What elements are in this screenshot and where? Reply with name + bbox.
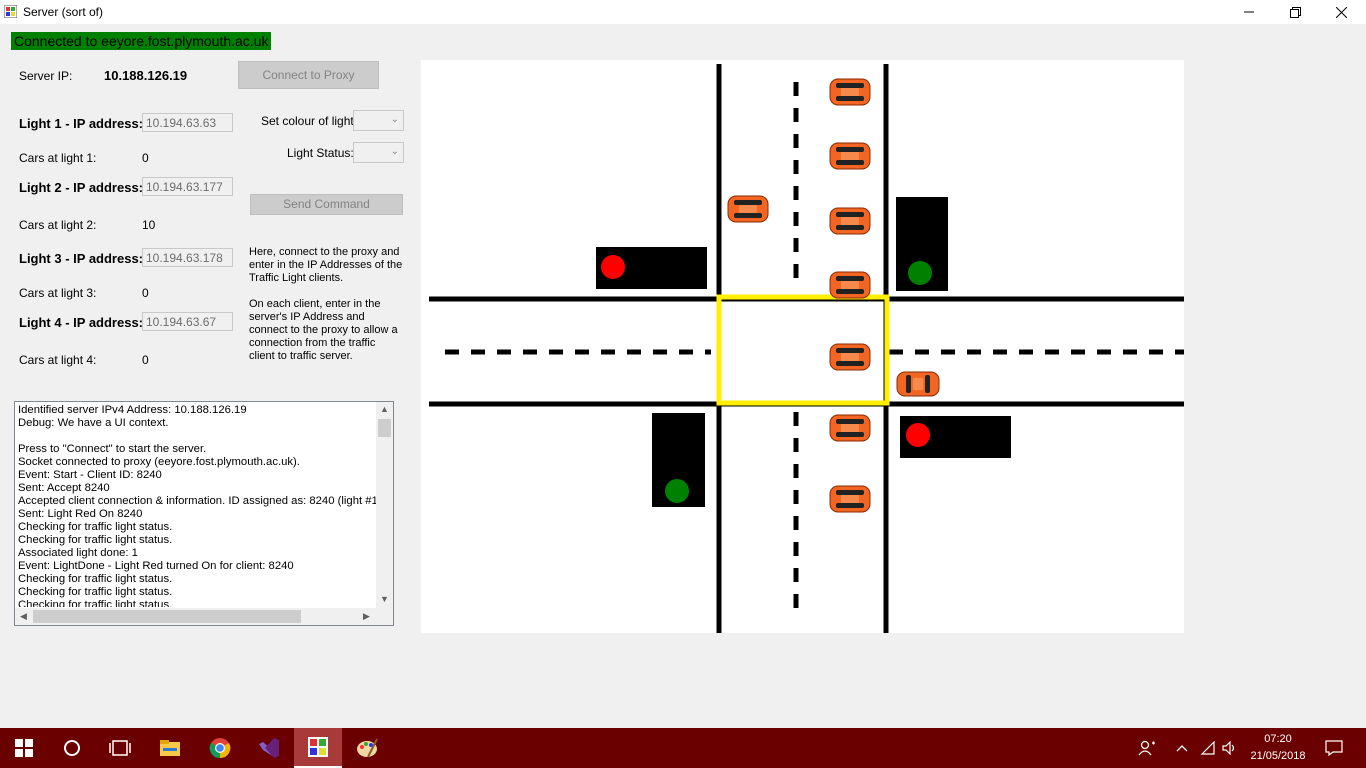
set-colour-label: Set colour of light:: [261, 114, 358, 128]
car-icon: [829, 142, 871, 170]
red-light-icon: [906, 423, 930, 447]
connection-status: Connected to eeyore.fost.plymouth.ac.uk: [11, 32, 272, 50]
connect-to-proxy-button[interactable]: Connect to Proxy: [238, 61, 379, 89]
chrome-icon[interactable]: [196, 728, 244, 768]
log-line: Checking for traffic light status.: [18, 534, 173, 546]
log-line: Debug: We have a UI context.: [18, 417, 169, 429]
cars-at-light-2-label: Cars at light 2:: [19, 218, 97, 232]
log-line: Press to "Connect" to start the server.: [18, 443, 207, 455]
cars-at-light-4-value: 0: [142, 353, 149, 367]
log-line: Event: Start - Client ID: 8240: [18, 469, 162, 481]
car-icon: [829, 271, 871, 299]
task-view-icon[interactable]: [96, 728, 144, 768]
server-ip-label: Server IP:: [19, 69, 73, 83]
clock-date[interactable]: 21/05/2018: [1243, 750, 1313, 762]
light-2-ip-field[interactable]: 10.194.63.177: [142, 177, 233, 196]
car-icon: [727, 195, 769, 223]
log-line: Accepted client connection & information…: [18, 495, 378, 507]
horizontal-scrollbar[interactable]: ◀ ▶: [15, 608, 393, 625]
car-icon: [829, 207, 871, 235]
log-line: Identified server IPv4 Address: 10.188.1…: [18, 404, 247, 416]
debug-log-text: Identified server IPv4 Address: 10.188.1…: [18, 404, 378, 607]
set-colour-select[interactable]: ⌄: [353, 110, 404, 131]
log-line: Checking for traffic light status.: [18, 521, 173, 533]
log-line: Event: LightDone - Light Red turned On f…: [18, 560, 294, 572]
windows-start-icon[interactable]: [0, 728, 48, 768]
horizontal-scroll-thumb[interactable]: [33, 610, 301, 623]
car-icon: [896, 371, 940, 397]
light-status-label: Light Status:: [287, 146, 354, 160]
restore-icon: [1289, 6, 1301, 18]
title-bar: Server (sort of): [0, 0, 1366, 24]
vertical-scroll-thumb[interactable]: [378, 419, 391, 437]
cars-at-light-4-label: Cars at light 4:: [19, 353, 97, 367]
light-2-ip-label: Light 2 - IP address:: [19, 180, 144, 195]
green-light-icon: [908, 261, 932, 285]
light-4-ip-label: Light 4 - IP address:: [19, 315, 144, 330]
chevron-down-icon: ⌄: [390, 146, 399, 157]
chevron-down-icon: ⌄: [390, 114, 399, 125]
light-3-ip-field[interactable]: 10.194.63.178: [142, 248, 233, 267]
car-icon: [829, 78, 871, 106]
network-icon[interactable]: [1196, 728, 1220, 768]
red-light-icon: [601, 255, 625, 279]
debug-log[interactable]: Identified server IPv4 Address: 10.188.1…: [14, 401, 394, 626]
log-line: Socket connected to proxy (eeyore.fost.p…: [18, 456, 300, 468]
clock-time[interactable]: 07:20: [1243, 733, 1313, 745]
server-app-icon[interactable]: [294, 728, 342, 768]
light-1-ip-field[interactable]: 10.194.63.63: [142, 113, 233, 132]
light-3-ip-label: Light 3 - IP address:: [19, 251, 144, 266]
cars-at-light-1-label: Cars at light 1:: [19, 151, 97, 165]
green-light-icon: [665, 479, 689, 503]
car-icon: [829, 485, 871, 513]
cars-at-light-3-label: Cars at light 3:: [19, 286, 97, 300]
close-button[interactable]: [1318, 0, 1364, 24]
volume-icon[interactable]: [1218, 728, 1242, 768]
notifications-icon[interactable]: [1310, 728, 1358, 768]
search-icon[interactable]: [48, 728, 96, 768]
help-text-client: On each client, enter in the server's IP…: [249, 298, 398, 362]
vertical-scrollbar[interactable]: ▲ ▼: [376, 402, 393, 609]
log-line: Checking for traffic light status.: [18, 573, 173, 585]
help-text-proxy: Here, connect to the proxy and enter in …: [249, 246, 403, 284]
traffic-simulation: [421, 60, 1184, 633]
window-title: Server (sort of): [23, 5, 104, 19]
file-explorer-icon[interactable]: [146, 728, 194, 768]
minimize-icon: [1244, 11, 1254, 13]
close-icon: [1335, 6, 1347, 18]
visual-studio-icon[interactable]: [245, 728, 293, 768]
log-line: Checking for traffic light status.: [18, 599, 173, 607]
log-line: Sent: Accept 8240: [18, 482, 110, 494]
people-icon[interactable]: [1124, 728, 1170, 768]
scroll-up-icon[interactable]: ▲: [380, 404, 389, 414]
cars-at-light-1-value: 0: [142, 151, 149, 165]
taskbar: 07:20 21/05/2018: [0, 728, 1366, 768]
minimize-button[interactable]: [1226, 0, 1272, 24]
paint-icon[interactable]: [343, 728, 391, 768]
car-icon: [829, 343, 871, 371]
light-1-ip-label: Light 1 - IP address:: [19, 116, 144, 131]
light-status-select[interactable]: ⌄: [353, 142, 404, 163]
log-line: Sent: Light Red On 8240: [18, 508, 143, 520]
restore-button[interactable]: [1272, 0, 1318, 24]
scroll-right-icon[interactable]: ▶: [363, 611, 370, 622]
app-icon: [4, 5, 17, 18]
scroll-left-icon[interactable]: ◀: [20, 611, 27, 622]
log-line: Associated light done: 1: [18, 547, 138, 559]
cars-at-light-2-value: 10: [142, 218, 156, 232]
light-4-ip-field[interactable]: 10.194.63.67: [142, 312, 233, 331]
server-ip-value: 10.188.126.19: [104, 68, 188, 83]
cars-at-light-3-value: 0: [142, 286, 149, 300]
send-command-button[interactable]: Send Command: [250, 194, 403, 215]
log-line: Checking for traffic light status.: [18, 586, 173, 598]
scroll-down-icon[interactable]: ▼: [380, 594, 389, 604]
car-icon: [829, 414, 871, 442]
chevron-up-icon[interactable]: [1170, 728, 1194, 768]
